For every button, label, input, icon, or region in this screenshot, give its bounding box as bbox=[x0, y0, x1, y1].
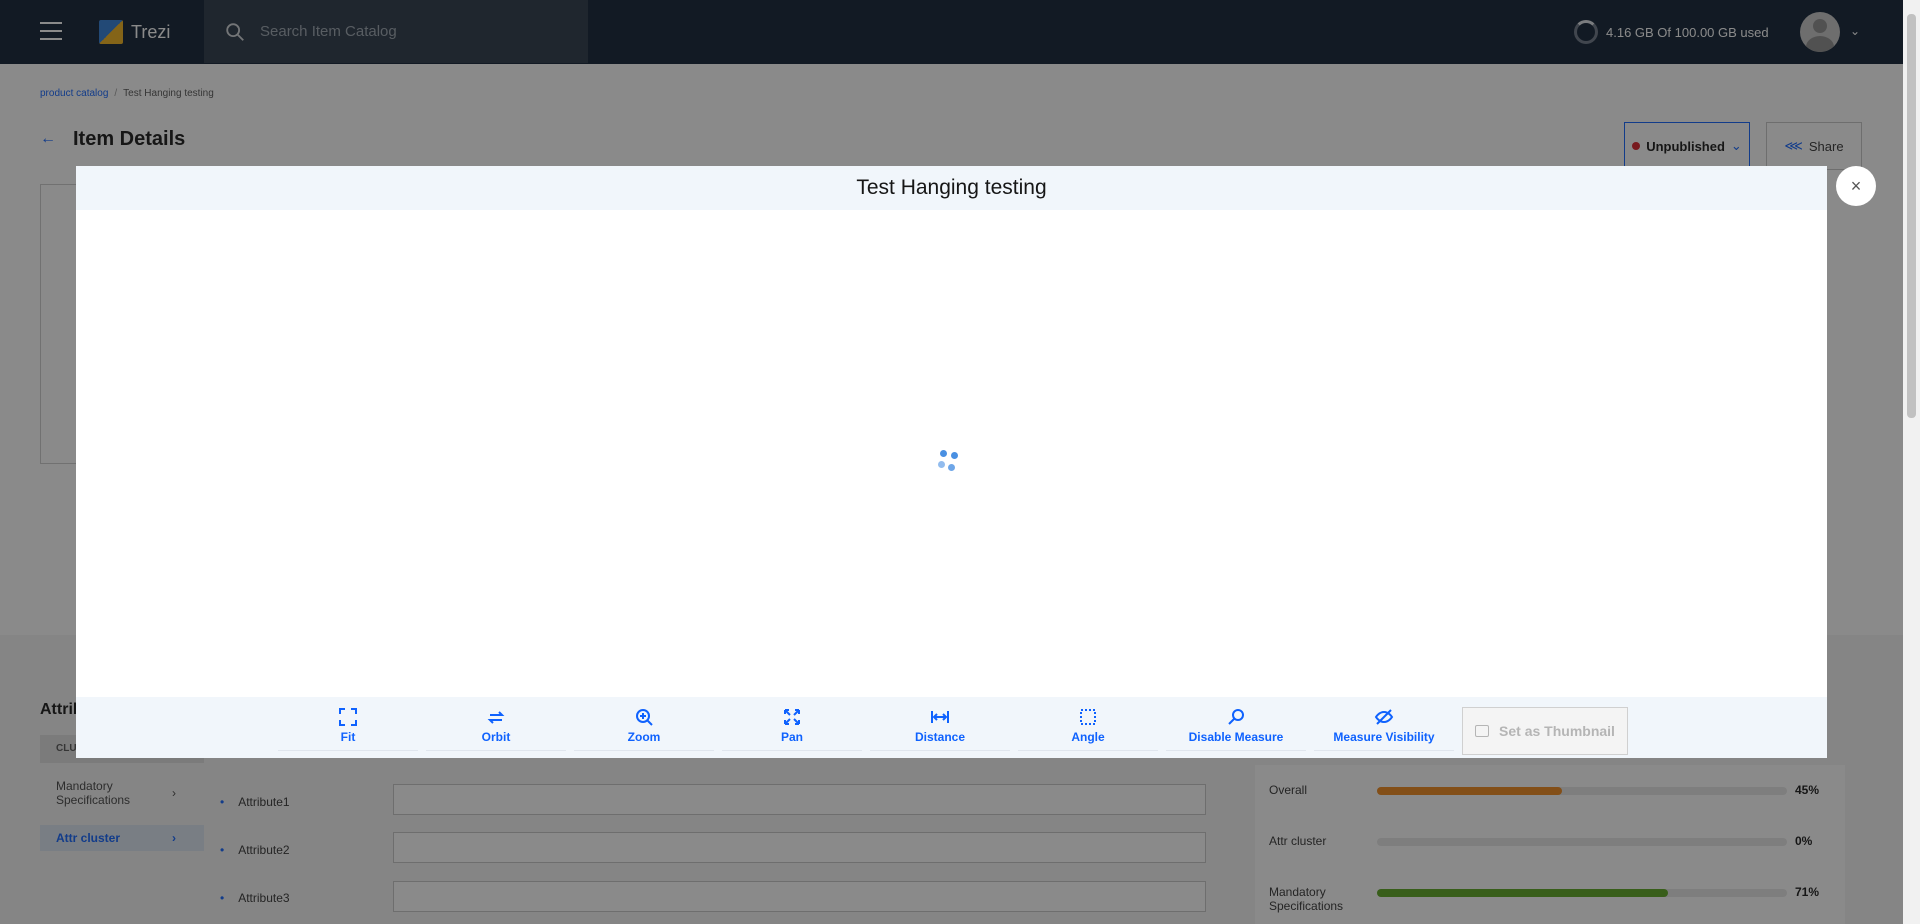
measure-icon bbox=[1228, 709, 1244, 725]
fit-label: Fit bbox=[340, 730, 356, 744]
measure-visibility-button[interactable]: Measure Visibility bbox=[1314, 707, 1454, 751]
measure-visibility-label: Measure Visibility bbox=[1333, 730, 1435, 744]
image-icon bbox=[1475, 725, 1490, 737]
fit-icon bbox=[339, 708, 357, 726]
pan-icon bbox=[784, 709, 800, 725]
distance-label: Distance bbox=[914, 730, 966, 744]
angle-button[interactable]: Angle bbox=[1018, 707, 1158, 751]
distance-button[interactable]: Distance bbox=[870, 707, 1010, 751]
disable-measure-label: Disable Measure bbox=[1188, 730, 1284, 744]
close-modal-button[interactable]: × bbox=[1836, 166, 1876, 206]
orbit-label: Orbit bbox=[481, 730, 511, 744]
angle-label: Angle bbox=[1071, 730, 1105, 744]
set-thumbnail-label: Set as Thumbnail bbox=[1499, 723, 1615, 739]
eye-off-icon bbox=[1374, 709, 1394, 725]
viewer-toolbar: Fit Orbit Zoom Pan Distance Angle Disabl… bbox=[76, 697, 1827, 758]
loading-spinner-icon bbox=[936, 448, 964, 476]
close-icon: × bbox=[1850, 175, 1862, 196]
modal-title: Test Hanging testing bbox=[856, 176, 1047, 199]
zoom-label: Zoom bbox=[627, 730, 661, 744]
page-scrollbar[interactable] bbox=[1903, 0, 1920, 924]
zoom-icon bbox=[636, 709, 653, 726]
viewer-modal: Test Hanging testing Fit Orbit Zoom Pan … bbox=[76, 166, 1827, 758]
zoom-button[interactable]: Zoom bbox=[574, 707, 714, 751]
set-thumbnail-button[interactable]: Set as Thumbnail bbox=[1462, 707, 1628, 755]
pan-button[interactable]: Pan bbox=[722, 707, 862, 751]
modal-header: Test Hanging testing bbox=[76, 166, 1827, 210]
disable-measure-button[interactable]: Disable Measure bbox=[1166, 707, 1306, 751]
distance-icon bbox=[931, 711, 949, 723]
fit-button[interactable]: Fit bbox=[278, 707, 418, 751]
pan-label: Pan bbox=[780, 730, 803, 744]
angle-icon bbox=[1080, 709, 1096, 725]
orbit-button[interactable]: Orbit bbox=[426, 707, 566, 751]
orbit-icon bbox=[487, 711, 505, 724]
